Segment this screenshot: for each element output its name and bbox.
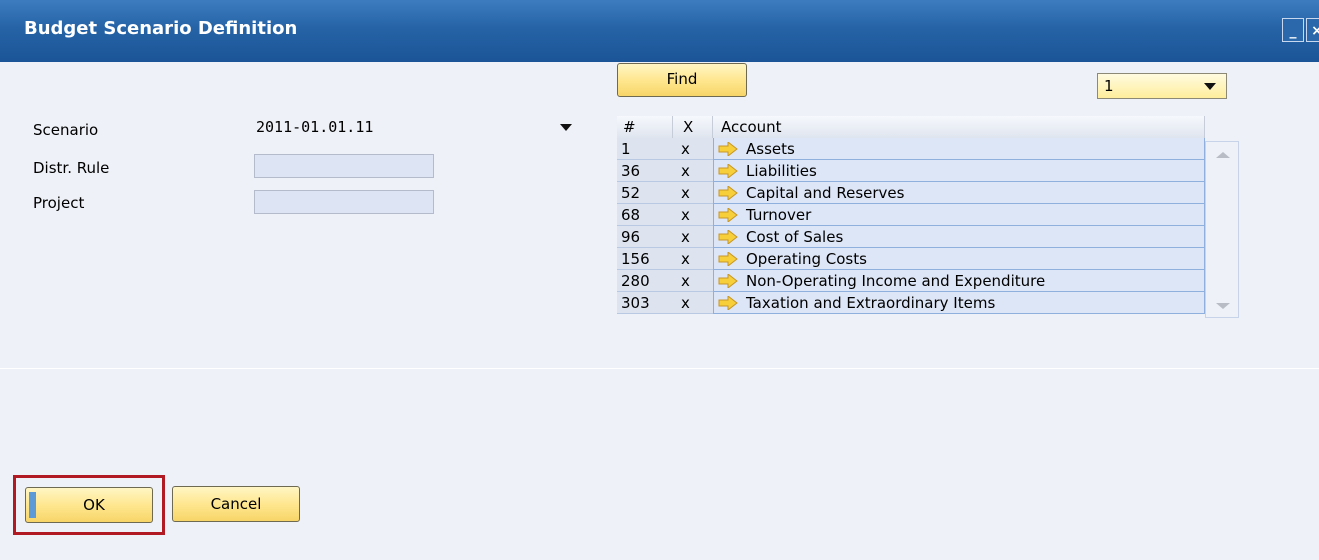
grid-scrollbar[interactable] bbox=[1205, 141, 1239, 318]
yellow-arrow-icon[interactable] bbox=[718, 142, 738, 156]
column-header-number[interactable]: # bbox=[617, 116, 673, 138]
page-value: 1 bbox=[1104, 77, 1114, 95]
yellow-arrow-icon[interactable] bbox=[718, 252, 738, 266]
title-bar: Budget Scenario Definition _ × bbox=[0, 0, 1319, 62]
distr-rule-label: Distr. Rule bbox=[33, 159, 110, 177]
close-icon[interactable]: × bbox=[1306, 18, 1319, 42]
row-x-marker: x bbox=[673, 226, 713, 248]
row-number: 156 bbox=[617, 248, 673, 270]
row-number: 1 bbox=[617, 138, 673, 160]
distr-rule-field[interactable] bbox=[254, 154, 434, 178]
highlight-box bbox=[13, 475, 165, 535]
row-account[interactable]: Capital and Reserves bbox=[713, 182, 1205, 204]
account-name: Taxation and Extraordinary Items bbox=[746, 294, 996, 312]
row-x-marker: x bbox=[673, 182, 713, 204]
project-label: Project bbox=[33, 194, 85, 212]
chevron-down-icon[interactable] bbox=[1204, 83, 1216, 90]
yellow-arrow-icon[interactable] bbox=[718, 186, 738, 200]
account-name: Cost of Sales bbox=[746, 228, 844, 246]
row-number: 68 bbox=[617, 204, 673, 226]
yellow-arrow-icon[interactable] bbox=[718, 230, 738, 244]
row-number: 280 bbox=[617, 270, 673, 292]
row-account[interactable]: Liabilities bbox=[713, 160, 1205, 182]
scenario-select[interactable]: 2011-01.01.11 bbox=[254, 116, 580, 140]
account-name: Liabilities bbox=[746, 162, 817, 180]
column-header-x[interactable]: X bbox=[673, 116, 713, 138]
row-x-marker: x bbox=[673, 160, 713, 182]
scenario-value: 2011-01.01.11 bbox=[256, 118, 374, 136]
row-x-marker: x bbox=[673, 138, 713, 160]
account-name: Assets bbox=[746, 140, 795, 158]
budget-scenario-window: Budget Scenario Definition _ × Scenario … bbox=[0, 0, 1319, 560]
yellow-arrow-icon[interactable] bbox=[718, 164, 738, 178]
row-account[interactable]: Turnover bbox=[713, 204, 1205, 226]
row-account[interactable]: Non-Operating Income and Expenditure bbox=[713, 270, 1205, 292]
row-number: 96 bbox=[617, 226, 673, 248]
divider bbox=[0, 368, 1319, 369]
row-number: 36 bbox=[617, 160, 673, 182]
row-account[interactable]: Taxation and Extraordinary Items bbox=[713, 292, 1205, 314]
scroll-up-icon[interactable] bbox=[1216, 152, 1230, 158]
yellow-arrow-icon[interactable] bbox=[718, 208, 738, 222]
page-select[interactable]: 1 bbox=[1097, 73, 1227, 99]
yellow-arrow-icon[interactable] bbox=[718, 274, 738, 288]
yellow-arrow-icon[interactable] bbox=[718, 296, 738, 310]
account-name: Non-Operating Income and Expenditure bbox=[746, 272, 1046, 290]
row-number: 52 bbox=[617, 182, 673, 204]
scenario-label: Scenario bbox=[33, 121, 99, 139]
scroll-down-icon[interactable] bbox=[1216, 303, 1230, 309]
row-x-marker: x bbox=[673, 292, 713, 314]
project-field[interactable] bbox=[254, 190, 434, 214]
account-name: Operating Costs bbox=[746, 250, 867, 268]
account-name: Capital and Reserves bbox=[746, 184, 905, 202]
chevron-down-icon[interactable] bbox=[560, 124, 572, 131]
row-x-marker: x bbox=[673, 248, 713, 270]
row-x-marker: x bbox=[673, 204, 713, 226]
cancel-button[interactable]: Cancel bbox=[172, 486, 300, 522]
window-title: Budget Scenario Definition bbox=[24, 18, 298, 39]
row-account[interactable]: Assets bbox=[713, 138, 1205, 160]
find-button[interactable]: Find bbox=[617, 63, 747, 97]
account-name: Turnover bbox=[746, 206, 812, 224]
row-x-marker: x bbox=[673, 270, 713, 292]
row-account[interactable]: Cost of Sales bbox=[713, 226, 1205, 248]
row-account[interactable]: Operating Costs bbox=[713, 248, 1205, 270]
row-number: 303 bbox=[617, 292, 673, 314]
column-header-account[interactable]: Account bbox=[713, 116, 1205, 138]
minimize-icon[interactable]: _ bbox=[1282, 18, 1304, 42]
